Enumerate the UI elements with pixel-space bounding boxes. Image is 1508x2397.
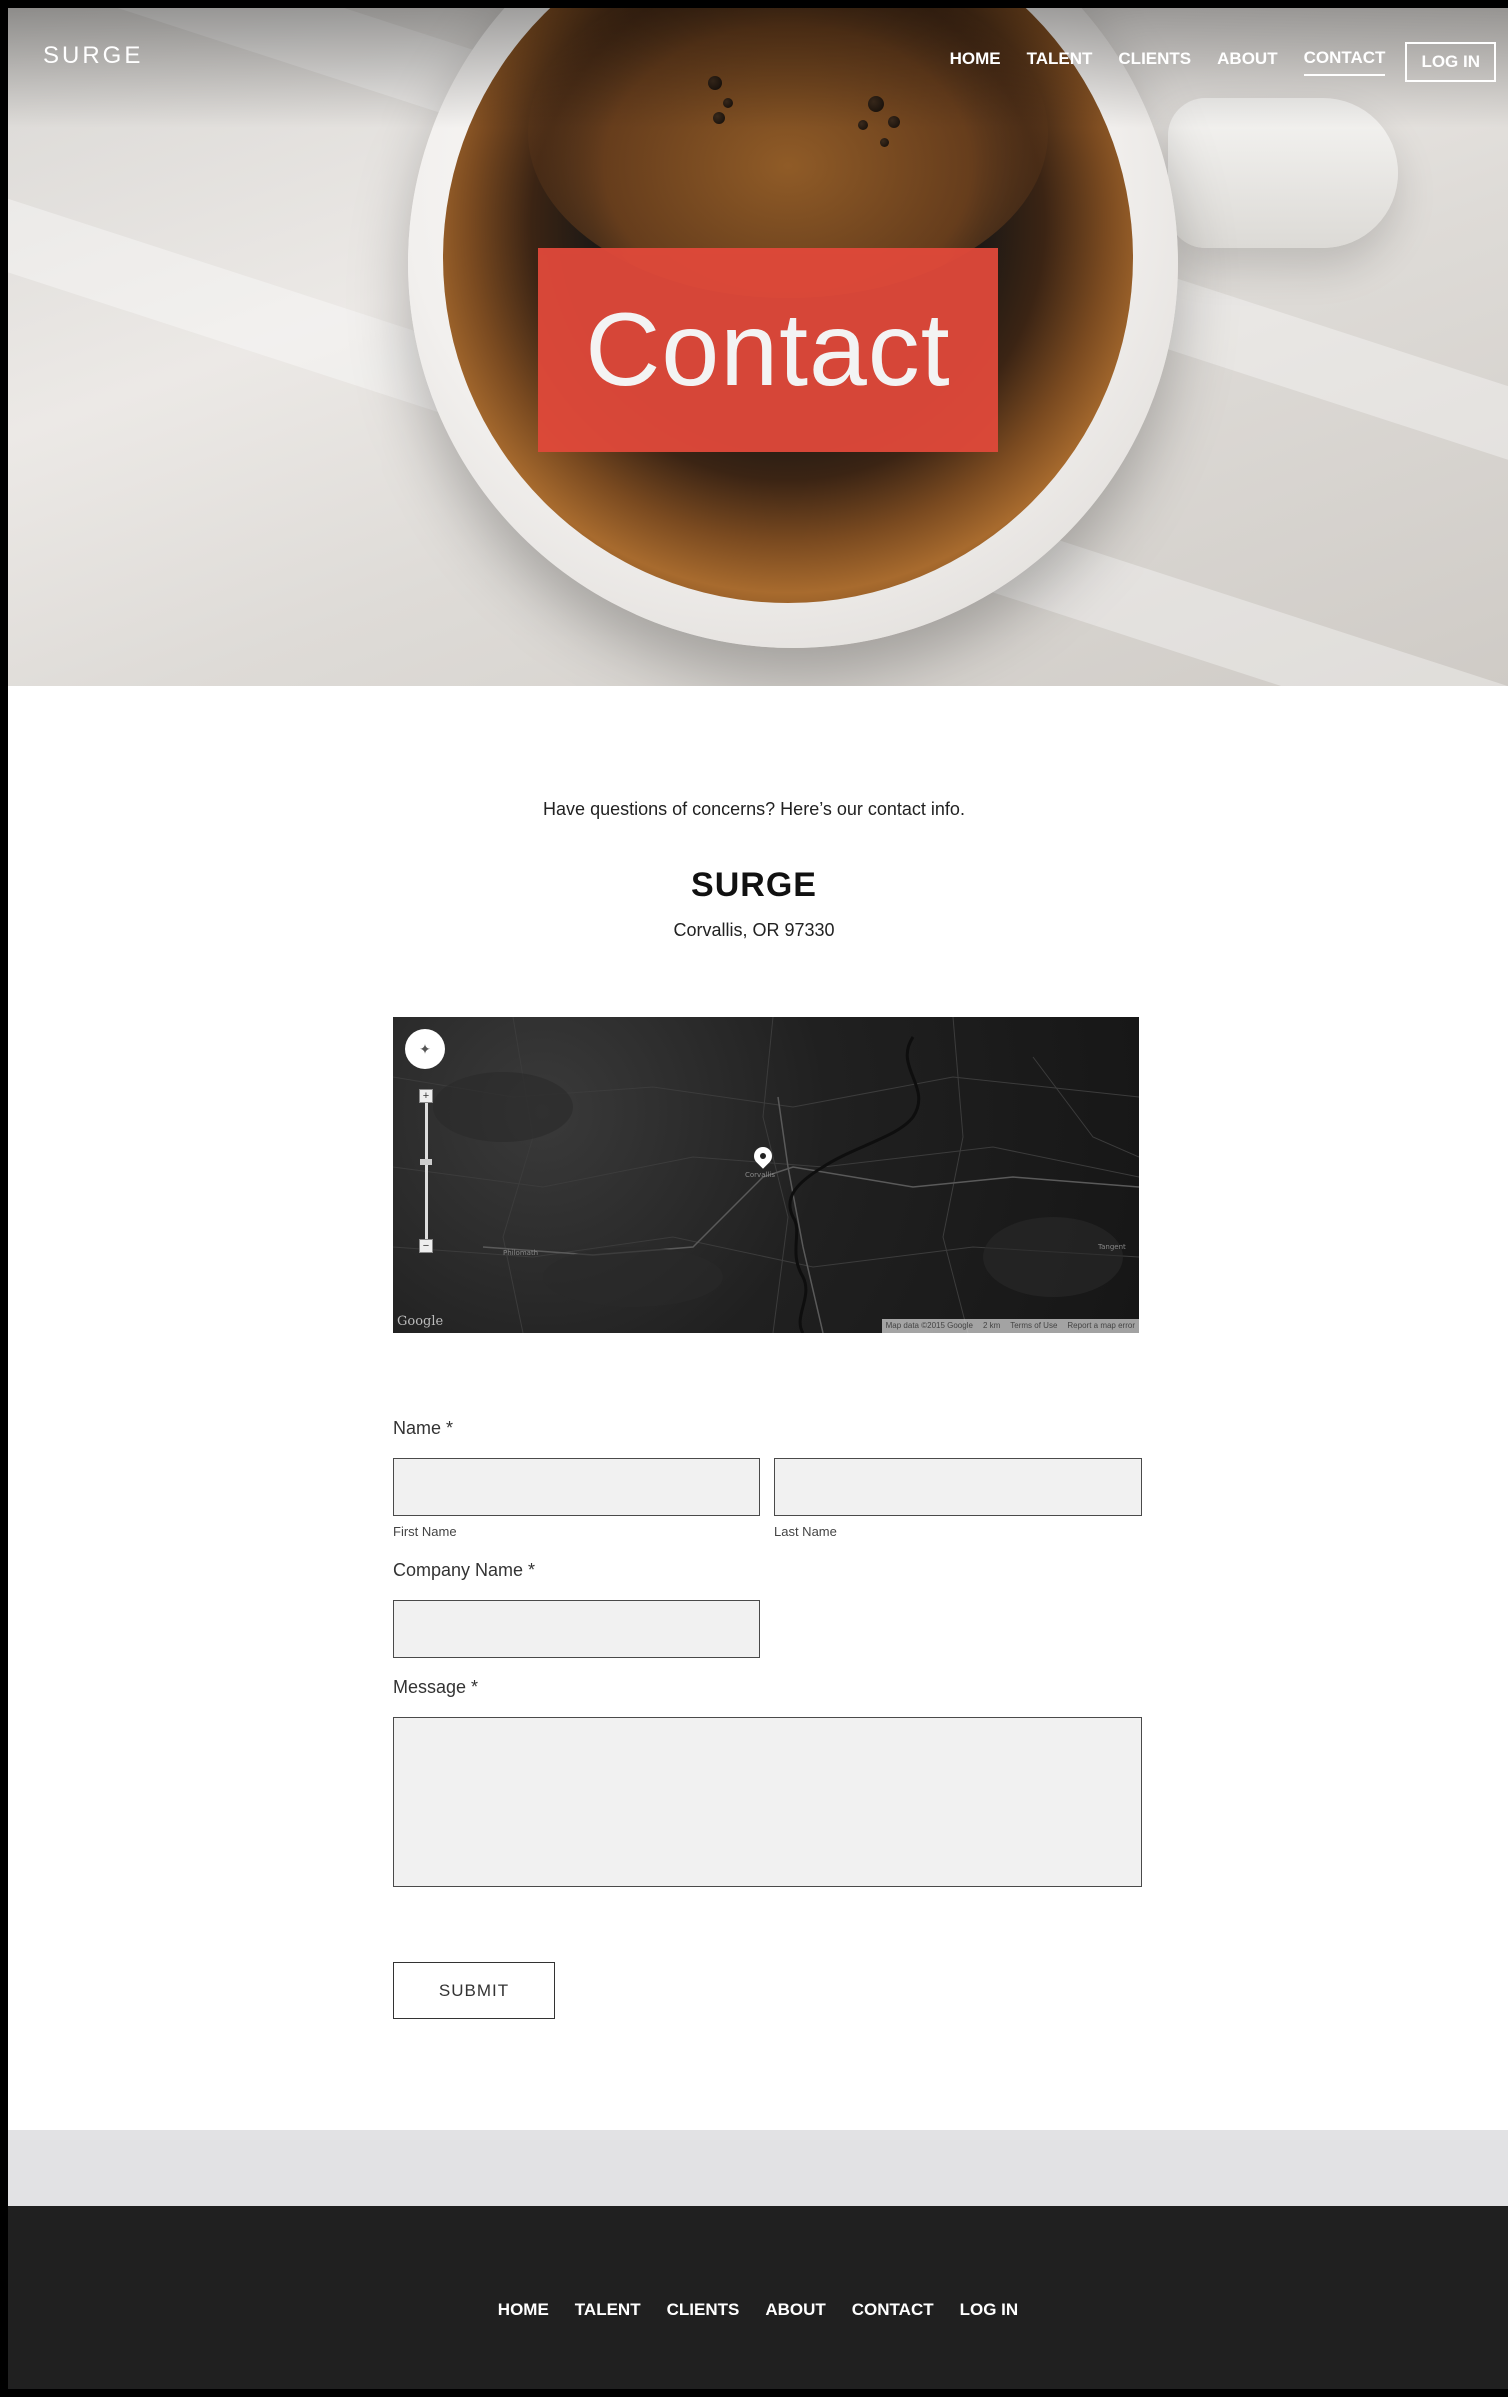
- company-name: SURGE: [691, 866, 817, 904]
- nav-talent[interactable]: TALENT: [1027, 49, 1093, 75]
- footer-nav-contact[interactable]: CONTACT: [852, 2300, 934, 2320]
- zoom-out-button[interactable]: −: [419, 1239, 433, 1253]
- map-provider-logo: Google: [397, 1314, 444, 1329]
- map-label-philomath: Philomath: [503, 1249, 538, 1257]
- footer-nav-talent[interactable]: TALENT: [575, 2300, 641, 2320]
- map-scale: 2 km: [982, 1321, 1001, 1330]
- location-map[interactable]: Corvallis Philomath Tangent ✦ + − Google…: [393, 1017, 1139, 1333]
- first-name-sublabel: First Name: [393, 1524, 457, 1539]
- footer-band: [8, 2130, 1508, 2206]
- map-attribution: Map data ©2015 Google 2 km Terms of Use …: [881, 1319, 1139, 1333]
- nav-clients[interactable]: CLIENTS: [1118, 49, 1191, 75]
- map-attribution-data: Map data ©2015 Google: [885, 1321, 973, 1330]
- brand-logo[interactable]: SURGE: [43, 42, 143, 70]
- nav-contact[interactable]: CONTACT: [1303, 48, 1386, 76]
- message-textarea[interactable]: [393, 1717, 1142, 1887]
- page-title: Contact: [585, 291, 951, 408]
- map-terms-link[interactable]: Terms of Use: [1010, 1319, 1057, 1333]
- map-pan-control[interactable]: ✦: [405, 1029, 445, 1069]
- map-zoom-slider[interactable]: [420, 1159, 432, 1165]
- footer-nav-about[interactable]: ABOUT: [765, 2300, 825, 2320]
- contact-intro: Have questions of concerns? Here’s our c…: [543, 799, 965, 819]
- company-name-input[interactable]: [393, 1600, 760, 1658]
- footer-nav: HOME TALENT CLIENTS ABOUT CONTACT LOG IN: [8, 2300, 1508, 2320]
- first-name-input[interactable]: [393, 1458, 760, 1516]
- hero-banner: SURGE HOME TALENT CLIENTS ABOUT CONTACT …: [8, 8, 1508, 686]
- page-title-box: Contact: [538, 248, 998, 452]
- coffee-bubble: [880, 138, 889, 147]
- last-name-input[interactable]: [774, 1458, 1142, 1516]
- company-name-label: Company Name *: [393, 1560, 536, 1580]
- company-address: Corvallis, OR 97330: [673, 920, 835, 940]
- nav-home[interactable]: HOME: [950, 49, 1001, 75]
- nav-about[interactable]: ABOUT: [1217, 49, 1277, 75]
- footer-nav-home[interactable]: HOME: [498, 2300, 549, 2320]
- message-label: Message *: [393, 1677, 479, 1697]
- map-zoom-track[interactable]: [425, 1089, 428, 1244]
- login-button[interactable]: LOG IN: [1405, 42, 1496, 82]
- submit-button[interactable]: SUBMIT: [393, 1962, 555, 2019]
- zoom-in-button[interactable]: +: [419, 1089, 433, 1103]
- footer-nav-clients[interactable]: CLIENTS: [667, 2300, 740, 2320]
- map-label-tangent: Tangent: [1097, 1243, 1126, 1251]
- name-label: Name *: [393, 1418, 454, 1438]
- map-label-corvallis: Corvallis: [745, 1171, 775, 1179]
- footer-nav-login[interactable]: LOG IN: [960, 2300, 1019, 2320]
- map-terrain: Corvallis Philomath Tangent: [393, 1017, 1139, 1333]
- map-report-error-link[interactable]: Report a map error: [1067, 1319, 1135, 1333]
- top-nav: HOME TALENT CLIENTS ABOUT CONTACT LOG IN: [924, 42, 1496, 82]
- footer: HOME TALENT CLIENTS ABOUT CONTACT LOG IN: [8, 2206, 1508, 2397]
- last-name-sublabel: Last Name: [774, 1524, 837, 1539]
